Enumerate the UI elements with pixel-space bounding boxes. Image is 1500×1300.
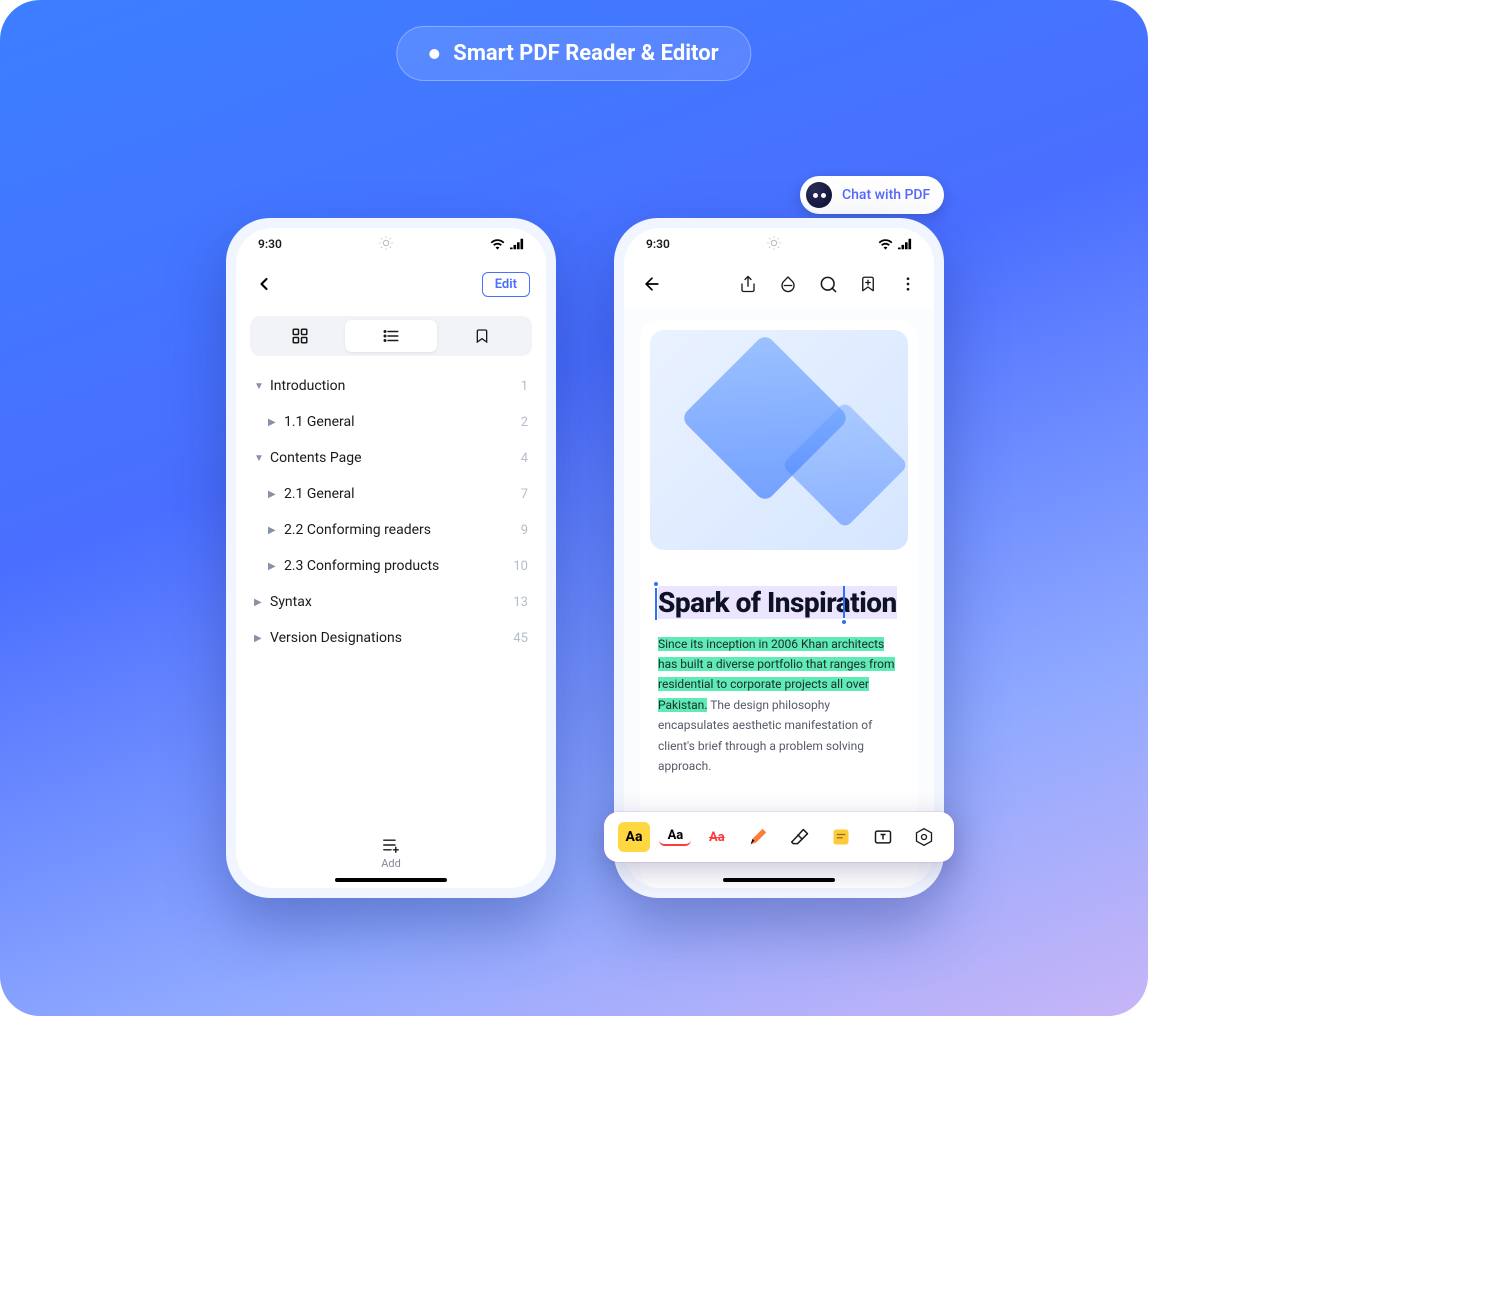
brightness-icon: [378, 235, 394, 254]
home-indicator: [723, 878, 835, 882]
toc-page: 13: [513, 595, 528, 610]
bookmark-button[interactable]: [858, 274, 878, 294]
toc-item[interactable]: ▼Contents Page4: [250, 440, 532, 476]
tool-ink[interactable]: [742, 822, 774, 852]
status-time: 9:30: [646, 237, 670, 251]
chevron-right-icon: ▶: [254, 633, 270, 644]
more-vertical-icon: [899, 275, 917, 293]
search-icon: [819, 275, 838, 294]
toc-item[interactable]: ▼Introduction1: [250, 368, 532, 404]
signal-icon: [898, 238, 912, 250]
toc-page: 1: [521, 379, 528, 394]
list-icon: [382, 327, 400, 345]
add-list-icon: [381, 837, 401, 853]
toc-item[interactable]: ▶1.1 General2: [250, 404, 532, 440]
view-segmented-control: [250, 316, 532, 356]
tool-textbox[interactable]: [867, 822, 899, 852]
seg-outline[interactable]: [345, 320, 436, 352]
document-viewport[interactable]: Spark of Inspiration Since its inception…: [624, 308, 934, 888]
more-button[interactable]: [898, 274, 918, 294]
bookmark-add-icon: [859, 274, 877, 294]
brightness-icon: [766, 235, 782, 254]
selection-handle-start[interactable]: [652, 580, 660, 588]
tool-highlight[interactable]: Aa: [618, 822, 650, 852]
chevron-down-icon: ▼: [254, 381, 270, 392]
toc-item[interactable]: ▶2.3 Conforming products10: [250, 548, 532, 584]
edit-button[interactable]: Edit: [482, 272, 530, 297]
chevron-right-icon: ▶: [268, 489, 284, 500]
document-body[interactable]: Since its inception in 2006 Khan archite…: [640, 628, 918, 783]
status-dot-icon: [429, 49, 439, 59]
status-bar: 9:30: [236, 228, 546, 260]
document-hero-image: [650, 330, 908, 550]
reader-top-bar: [624, 260, 934, 308]
textbox-icon: [872, 827, 894, 847]
toc-page: 45: [513, 631, 528, 646]
toc-label: Contents Page: [270, 450, 521, 466]
share-icon: [739, 274, 757, 294]
bookmark-icon: [474, 327, 490, 345]
search-button[interactable]: [818, 274, 838, 294]
tool-note[interactable]: [825, 822, 857, 852]
seg-bookmarks[interactable]: [437, 320, 528, 352]
toc-label: 2.3 Conforming products: [284, 558, 513, 574]
tool-settings[interactable]: [908, 822, 940, 852]
chevron-down-icon: ▼: [254, 453, 270, 464]
wifi-icon: [878, 238, 893, 250]
back-button[interactable]: [640, 272, 664, 296]
wifi-icon: [490, 238, 505, 250]
toc-label: 1.1 General: [284, 414, 521, 430]
toc-page: 2: [521, 415, 528, 430]
title-pill: Smart PDF Reader & Editor: [396, 26, 751, 81]
toc-page: 7: [521, 487, 528, 502]
top-bar: Edit: [236, 260, 546, 308]
chevron-right-icon: ▶: [254, 597, 270, 608]
toc-item[interactable]: ▶Version Designations45: [250, 620, 532, 656]
status-time: 9:30: [258, 237, 282, 251]
chevron-right-icon: ▶: [268, 525, 284, 536]
toc-item[interactable]: ▶2.2 Conforming readers9: [250, 512, 532, 548]
chevron-right-icon: ▶: [268, 561, 284, 572]
toc-item[interactable]: ▶2.1 General7: [250, 476, 532, 512]
tool-strikethrough[interactable]: Aa: [701, 822, 733, 852]
document-heading: Spark of Inspiration: [658, 586, 897, 619]
toc-page: 10: [513, 559, 528, 574]
toc-item[interactable]: ▶Syntax13: [250, 584, 532, 620]
phone-mockup-reader: 9:30: [614, 218, 944, 898]
status-bar: 9:30: [624, 228, 934, 260]
eraser-icon: [789, 827, 811, 847]
droplet-icon: [779, 274, 797, 294]
promo-canvas: Smart PDF Reader & Editor Chat with PDF …: [0, 0, 1148, 1016]
sticky-note-icon: [831, 827, 851, 847]
add-label: Add: [381, 857, 401, 870]
marker-icon: [747, 826, 769, 848]
annotation-toolbar: Aa Aa Aa: [604, 812, 954, 862]
hex-settings-icon: [914, 827, 934, 847]
toc-label: 2.2 Conforming readers: [284, 522, 521, 538]
toc-label: 2.1 General: [284, 486, 521, 502]
chat-badge-label: Chat with PDF: [842, 187, 930, 203]
tool-underline[interactable]: Aa: [659, 828, 691, 846]
toc-label: Version Designations: [270, 630, 513, 646]
grid-icon: [291, 327, 309, 345]
toc-label: Syntax: [270, 594, 513, 610]
home-indicator: [335, 878, 447, 882]
tool-eraser[interactable]: [784, 822, 816, 852]
chevron-right-icon: ▶: [268, 417, 284, 428]
toc-label: Introduction: [270, 378, 521, 394]
signal-icon: [510, 238, 524, 250]
chat-with-pdf-badge[interactable]: Chat with PDF: [800, 176, 944, 214]
toc-page: 9: [521, 523, 528, 538]
phone-mockup-toc: 9:30 Edit: [226, 218, 556, 898]
selection-handle-end[interactable]: [840, 618, 848, 626]
seg-thumbnails[interactable]: [254, 320, 345, 352]
share-button[interactable]: [738, 274, 758, 294]
app-title: Smart PDF Reader & Editor: [453, 41, 718, 66]
ai-avatar-icon: [806, 182, 832, 208]
table-of-contents: ▼Introduction1▶1.1 General2▼Contents Pag…: [236, 368, 546, 837]
selected-title[interactable]: Spark of Inspiration: [640, 550, 918, 628]
back-button[interactable]: [252, 272, 276, 296]
toc-page: 4: [521, 451, 528, 466]
theme-button[interactable]: [778, 274, 798, 294]
